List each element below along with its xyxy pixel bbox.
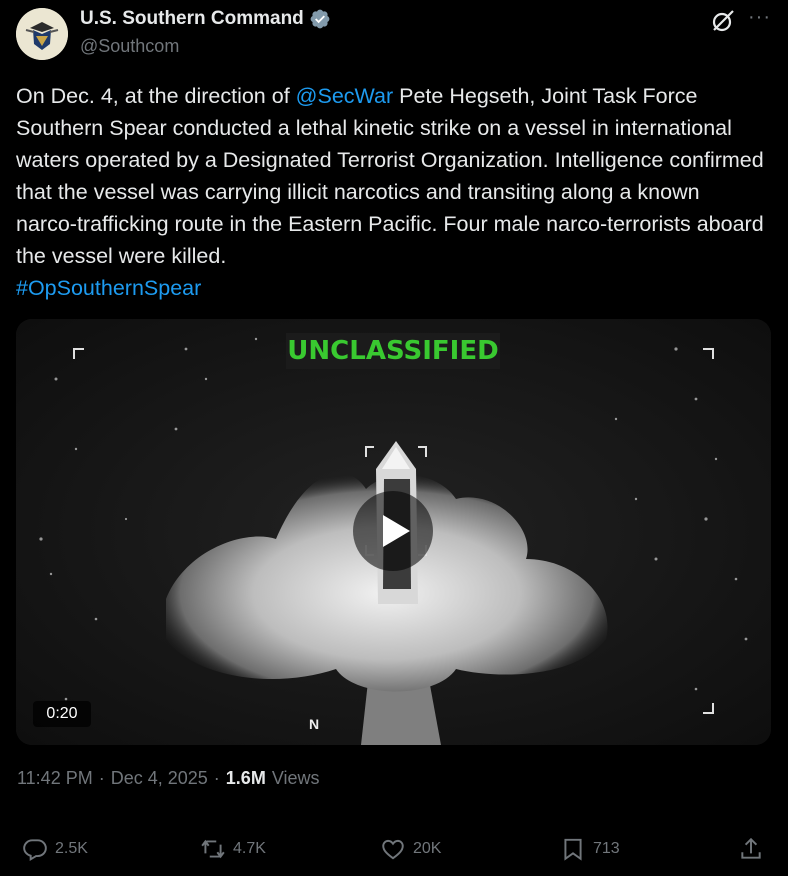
share-icon — [741, 837, 761, 859]
author-name[interactable]: U.S. Southern Command — [80, 8, 304, 30]
author-handle[interactable]: @Southcom — [80, 36, 179, 57]
meta-separator-2: · — [213, 768, 220, 788]
grok-icon[interactable] — [710, 8, 736, 34]
bookmark-icon — [564, 838, 582, 861]
tweet-text-part1: On Dec. 4, at the direction of — [16, 84, 296, 108]
reply-icon — [23, 839, 47, 862]
reply-button[interactable]: 2.5K — [22, 836, 88, 862]
more-icon[interactable]: ··· — [748, 6, 771, 29]
unclassified-label: UNCLASSIFIED — [286, 333, 500, 369]
views-count: 1.6M — [225, 768, 266, 788]
like-icon — [382, 839, 404, 860]
repost-count: 4.7K — [233, 840, 266, 857]
bookmark-button[interactable]: 713 — [560, 836, 620, 862]
views-label: Views — [271, 768, 320, 788]
repost-icon — [201, 839, 225, 859]
share-button[interactable] — [738, 836, 771, 862]
compass-label: N — [309, 716, 319, 732]
like-count: 20K — [413, 840, 442, 857]
author-name-row: U.S. Southern Command — [80, 8, 331, 30]
like-button[interactable]: 20K — [380, 836, 441, 862]
hashtag-link[interactable]: #OpSouthernSpear — [16, 276, 201, 300]
tweet-time[interactable]: 11:42 PM — [17, 768, 93, 789]
reply-count: 2.5K — [55, 840, 88, 857]
tweet-date[interactable]: Dec 4, 2025 — [111, 768, 208, 789]
meta-separator: · — [98, 768, 105, 788]
play-icon — [383, 515, 410, 547]
tweet-text: On Dec. 4, at the direction of @SecWar P… — [16, 80, 766, 304]
verified-badge-icon — [310, 9, 330, 29]
tweet-meta: 11:42 PM · Dec 4, 2025 · 1.6M Views — [17, 768, 320, 789]
bookmark-count: 713 — [593, 840, 620, 857]
avatar[interactable] — [16, 8, 68, 60]
tweet-text-part2: Pete Hegseth, Joint Task Force Southern … — [16, 84, 764, 268]
video-duration: 0:20 — [33, 701, 91, 727]
mention-link[interactable]: @SecWar — [296, 84, 394, 108]
repost-button[interactable]: 4.7K — [200, 836, 266, 862]
